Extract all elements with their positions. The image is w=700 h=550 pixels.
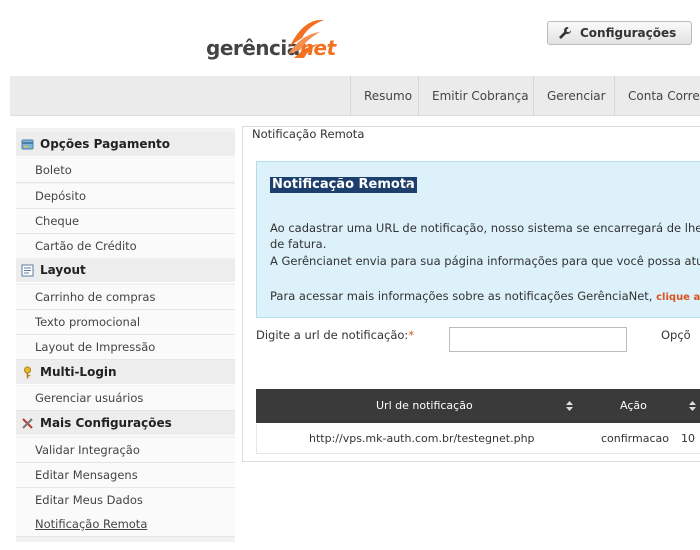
info-text-line: A Gerêncianet envia para sua página info…	[270, 254, 700, 268]
url-notificacao-input[interactable]	[449, 327, 627, 352]
sort-icon[interactable]	[689, 401, 696, 411]
sidebar: Opções Pagamento Boleto Depósito Cheque …	[16, 128, 235, 542]
url-field-label: Digite a url de notificação:*	[256, 328, 414, 342]
sidebar-item-gerenciar-usuarios[interactable]: Gerenciar usuários	[16, 386, 235, 411]
sidebar-item-layout-de-impressao[interactable]: Layout de Impressão	[16, 335, 235, 360]
url-label-text: Digite a url de notificação:	[256, 328, 409, 342]
required-mark: *	[408, 328, 415, 342]
section-title: Opções Pagamento	[40, 137, 171, 151]
main-content: Notificação Remota Notificação Remota . …	[242, 126, 700, 462]
wrench-icon	[559, 27, 571, 39]
column-acao[interactable]: Ação	[620, 389, 647, 423]
key-icon	[24, 366, 31, 378]
section-title: Mais Configurações	[40, 416, 172, 430]
sidebar-item-boleto[interactable]: Boleto	[16, 158, 235, 183]
sort-icon[interactable]	[566, 401, 573, 411]
section-multi-login: Multi-Login	[16, 360, 235, 385]
section-title: Multi-Login	[40, 365, 117, 379]
section-opcoes-pagamento: Opções Pagamento	[16, 132, 235, 157]
section-layout: Layout	[16, 258, 235, 283]
payment-icon	[21, 139, 34, 149]
sidebar-item-cartao-de-credito[interactable]: Cartão de Crédito	[16, 234, 235, 259]
info-box: Notificação Remota . Ao cadastrar uma UR…	[256, 161, 700, 318]
cell-acao: confirmacao	[601, 432, 669, 445]
top-navigation: Resumo Emitir Cobrança Gerenciar Conta C…	[10, 76, 700, 116]
sidebar-item-texto-promocional[interactable]: Texto promocional	[16, 310, 235, 335]
info-text-line: Ao cadastrar uma URL de notificação, nos…	[270, 221, 700, 235]
info-text: Para acessar mais informações sobre as n…	[270, 289, 653, 303]
configuracoes-button[interactable]: Configurações	[547, 21, 692, 45]
info-heading: Notificação Remota	[270, 177, 417, 193]
tools-icon	[22, 417, 33, 429]
tab-resumo[interactable]: Resumo	[350, 76, 425, 116]
clique-aqui-link[interactable]: clique aqui	[656, 292, 700, 303]
tab-gerenciar[interactable]: Gerenciar	[533, 76, 619, 116]
cell-url: http://vps.mk-auth.com.br/testegnet.php	[309, 432, 535, 445]
column-url-notificacao[interactable]: Url de notificação	[376, 389, 473, 423]
sidebar-item-editar-meus-dados[interactable]: Editar Meus Dados	[16, 488, 235, 513]
table-header: Url de notificação Ação	[256, 389, 700, 423]
logo-swoosh-icon	[288, 19, 324, 58]
tab-conta-corrente[interactable]: Conta Corre	[614, 76, 700, 116]
cell-extra: 10	[681, 432, 695, 445]
sidebar-item-notificacao-remota[interactable]: Notificação Remota	[16, 512, 235, 537]
header: gerêncianet Configurações	[0, 0, 700, 76]
section-title: Layout	[40, 263, 86, 277]
info-text-line-link: Para acessar mais informações sobre as n…	[270, 289, 700, 305]
sidebar-item-cheque[interactable]: Cheque	[16, 209, 235, 234]
section-mais-configuracoes: Mais Configurações	[16, 411, 235, 436]
layout-icon	[21, 264, 34, 276]
page-title: Notificação Remota	[252, 127, 365, 141]
options-label: Opçõ	[661, 328, 691, 342]
table-row: http://vps.mk-auth.com.br/testegnet.php …	[256, 424, 700, 454]
sidebar-item-carrinho-de-compras[interactable]: Carrinho de compras	[16, 285, 235, 310]
sidebar-item-validar-integracao[interactable]: Validar Integração	[16, 438, 235, 463]
tab-emitir-cobranca[interactable]: Emitir Cobrança	[418, 76, 542, 116]
info-heading-suffix: .	[407, 177, 412, 192]
sidebar-item-deposito[interactable]: Depósito	[16, 184, 235, 209]
info-text-line: de fatura.	[270, 237, 327, 251]
sidebar-item-editar-mensagens[interactable]: Editar Mensagens	[16, 463, 235, 488]
configuracoes-label: Configurações	[580, 26, 677, 40]
